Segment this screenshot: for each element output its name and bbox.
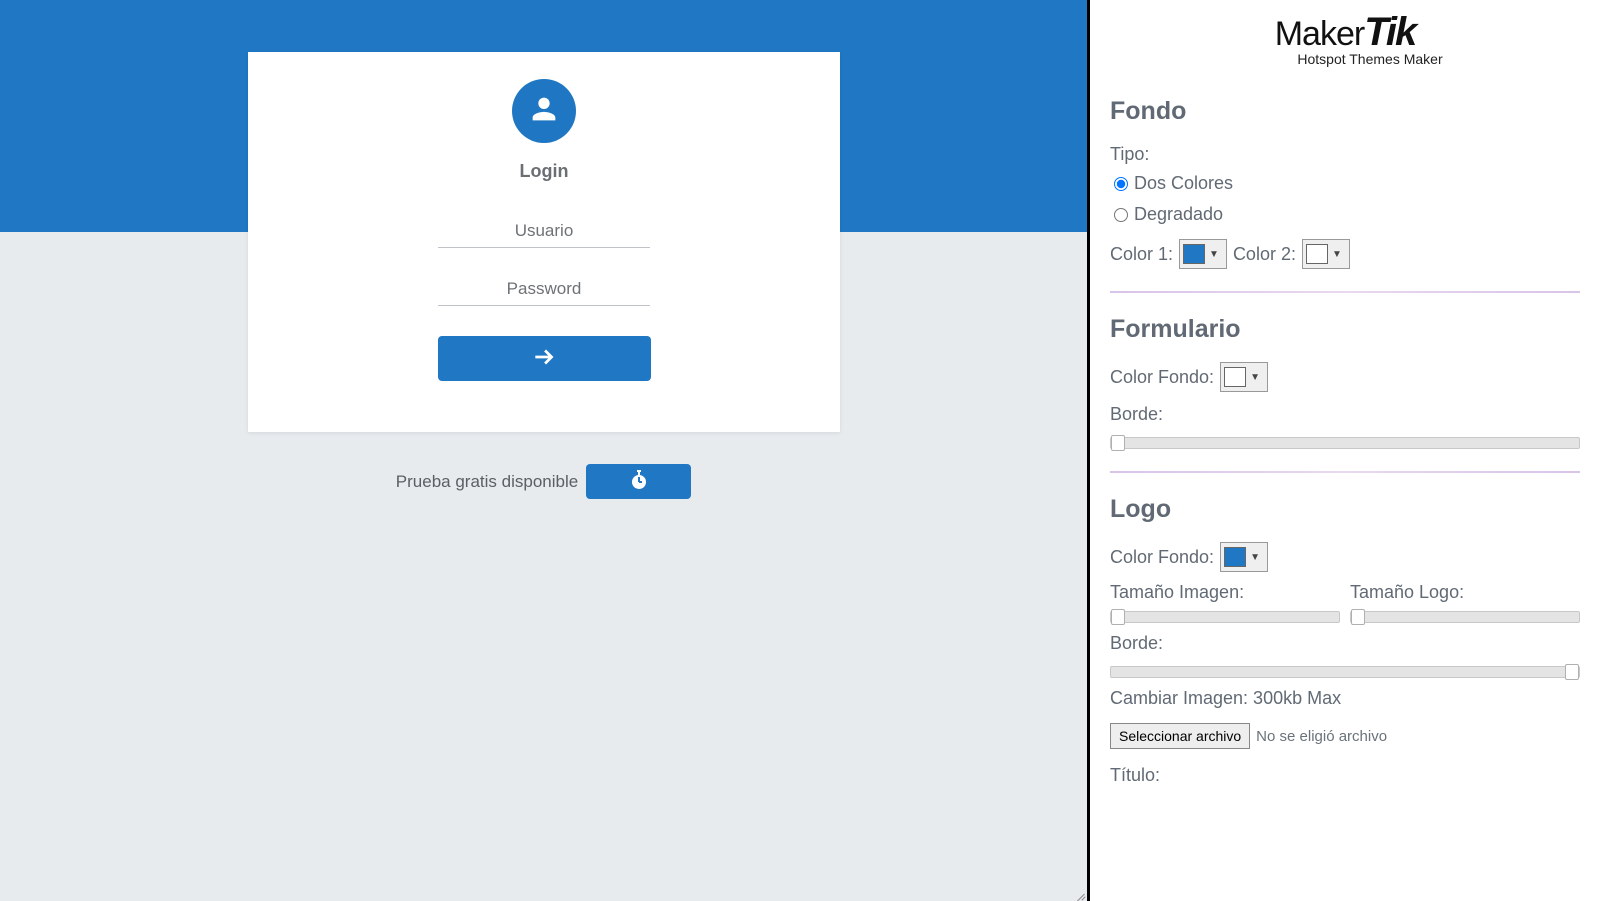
logo-borde-slider[interactable] (1110, 666, 1580, 678)
section-fondo: Fondo Tipo: Dos Colores Degradado Color … (1110, 97, 1580, 269)
dropdown-icon: ▼ (1246, 372, 1264, 383)
tamano-logo-slider[interactable] (1350, 611, 1580, 623)
file-select-button[interactable]: Seleccionar archivo (1110, 723, 1250, 749)
avatar-circle (512, 79, 576, 143)
radio-dos-colores[interactable] (1114, 177, 1128, 191)
logo-borde-label: Borde: (1110, 633, 1163, 654)
radio-degradado[interactable] (1114, 208, 1128, 222)
form-borde-label: Borde: (1110, 404, 1163, 425)
brand-logo: MakerTik Hotspot Themes Maker (1110, 0, 1580, 67)
form-colorfondo-label: Color Fondo: (1110, 367, 1214, 388)
login-submit-button[interactable] (438, 336, 651, 381)
preview-pane: Login Prueba gratis disponible (0, 0, 1090, 901)
username-input[interactable] (438, 214, 650, 248)
color2-picker[interactable]: ▼ (1302, 239, 1350, 269)
person-icon (527, 92, 561, 131)
logo-heading: Logo (1110, 495, 1580, 524)
dropdown-icon: ▼ (1246, 552, 1264, 563)
logo-colorfondo-picker[interactable]: ▼ (1220, 542, 1268, 572)
brand-tagline: Hotspot Themes Maker (1297, 51, 1442, 67)
color1-label: Color 1: (1110, 244, 1173, 265)
titulo-label: Título: (1110, 765, 1580, 786)
color2-swatch (1306, 244, 1328, 264)
section-divider (1110, 291, 1580, 293)
fondo-heading: Fondo (1110, 97, 1580, 126)
radio-dos-colores-label[interactable]: Dos Colores (1134, 173, 1233, 194)
brand-name-part2: Tik (1364, 10, 1415, 54)
tamano-logo-label: Tamaño Logo: (1350, 582, 1580, 603)
form-colorfondo-swatch (1224, 367, 1246, 387)
form-borde-slider[interactable] (1110, 437, 1580, 449)
tipo-label: Tipo: (1110, 144, 1580, 165)
tamano-imagen-slider[interactable] (1110, 611, 1340, 623)
trial-button[interactable] (586, 464, 691, 499)
logo-colorfondo-swatch (1224, 547, 1246, 567)
dropdown-icon: ▼ (1328, 249, 1346, 260)
resize-handle[interactable] (1073, 887, 1087, 901)
settings-sidebar[interactable]: MakerTik Hotspot Themes Maker Fondo Tipo… (1090, 0, 1600, 901)
slider-thumb[interactable] (1565, 664, 1579, 680)
tamano-imagen-label: Tamaño Imagen: (1110, 582, 1340, 603)
section-logo: Logo Color Fondo: ▼ Tamaño Imagen: Tamañ… (1110, 495, 1580, 786)
trial-text: Prueba gratis disponible (396, 472, 578, 492)
radio-degradado-label[interactable]: Degradado (1134, 204, 1223, 225)
formulario-heading: Formulario (1110, 315, 1580, 344)
brand-name: MakerTik (1275, 10, 1416, 55)
password-input[interactable] (438, 272, 650, 306)
slider-thumb[interactable] (1111, 609, 1125, 625)
color1-picker[interactable]: ▼ (1179, 239, 1227, 269)
stopwatch-icon (627, 468, 651, 495)
brand-name-part1: Maker (1275, 15, 1364, 53)
login-card: Login (248, 52, 840, 432)
form-colorfondo-picker[interactable]: ▼ (1220, 362, 1268, 392)
slider-thumb[interactable] (1351, 609, 1365, 625)
section-divider (1110, 471, 1580, 473)
section-formulario: Formulario Color Fondo: ▼ Borde: (1110, 315, 1580, 449)
color1-swatch (1183, 244, 1205, 264)
arrow-right-icon (531, 344, 557, 373)
trial-row: Prueba gratis disponible (0, 464, 1087, 499)
slider-thumb[interactable] (1111, 435, 1125, 451)
color2-label: Color 2: (1233, 244, 1296, 265)
login-title: Login (520, 161, 569, 182)
cambiar-imagen-label: Cambiar Imagen: 300kb Max (1110, 688, 1341, 709)
file-status-text: No se eligió archivo (1256, 728, 1387, 745)
dropdown-icon: ▼ (1205, 249, 1223, 260)
logo-colorfondo-label: Color Fondo: (1110, 547, 1214, 568)
